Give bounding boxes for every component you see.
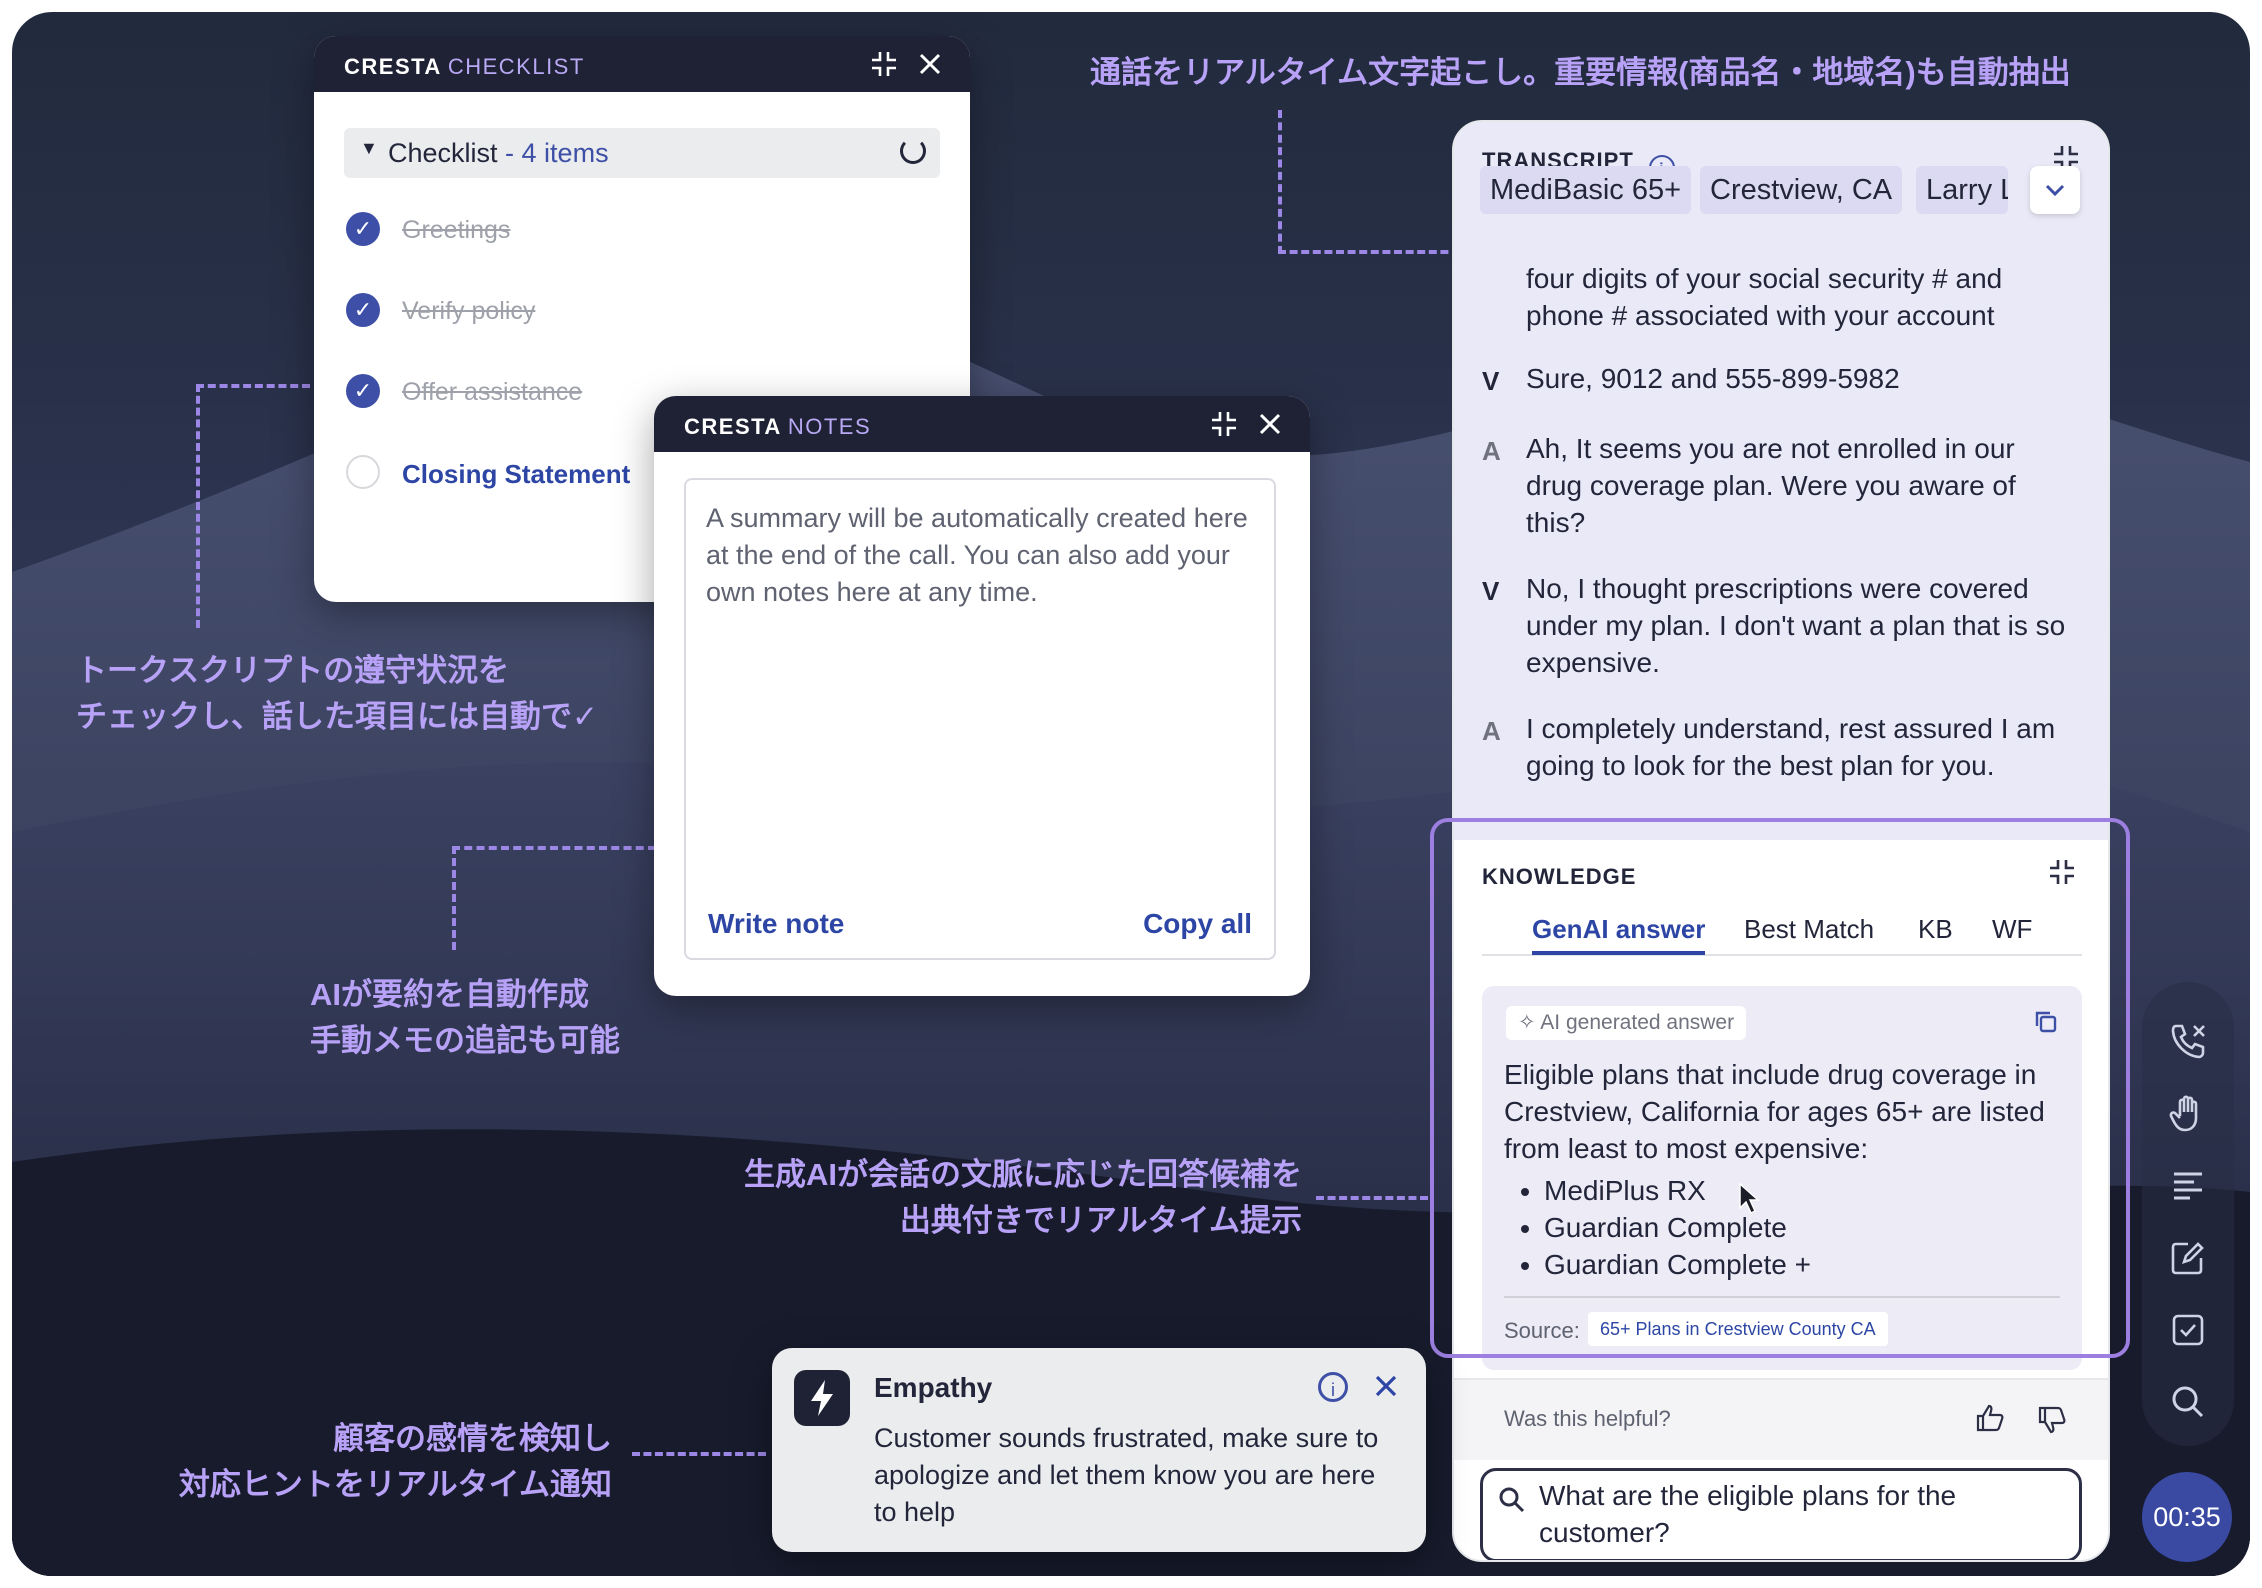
side-toolbar [2142, 982, 2234, 1446]
connector-transcript [1278, 110, 1460, 254]
notes-panel: CRESTA NOTES A summary will be automatica… [654, 396, 1310, 996]
checklist-item[interactable]: ✓ Verify policy [346, 293, 906, 333]
unchecked-circle-icon [346, 455, 380, 489]
thumbs-up-icon[interactable] [1974, 1402, 2006, 1439]
knowledge-search-input[interactable]: What are the eligible plans for the cust… [1480, 1468, 2082, 1560]
caret-down-icon: ▼ [360, 138, 378, 158]
search-icon[interactable] [2164, 1378, 2212, 1426]
helpful-row: Was this helpful? [1454, 1378, 2108, 1460]
empathy-title: Empathy [874, 1372, 993, 1403]
copy-all-button[interactable]: Copy all [1143, 908, 1252, 940]
transcript-text: I completely understand, rest assured I … [1526, 713, 2056, 781]
checklist-header: CRESTA CHECKLIST [314, 36, 970, 92]
notes-placeholder: A summary will be automatically created … [706, 503, 1248, 607]
speaker-label: V [1482, 576, 1500, 606]
hand-icon[interactable] [2164, 1090, 2212, 1138]
checklist-item-label: Closing Statement [402, 459, 631, 489]
collapse-icon[interactable] [1208, 408, 1240, 440]
check-icon: ✓ [346, 374, 380, 408]
notes-header: CRESTA NOTES [654, 396, 1310, 452]
collapse-icon[interactable] [868, 48, 900, 80]
speaker-label: V [1482, 366, 1500, 396]
search-icon [1497, 1485, 1527, 1520]
empathy-notification: Empathy i Customer sounds frustrated, ma… [772, 1348, 1426, 1552]
search-input-text: What are the eligible plans for the cust… [1539, 1480, 1957, 1548]
transcript-section: TRANSCRIPT i MediBasic 65+ Crestview, CA… [1454, 122, 2108, 840]
end-call-icon[interactable] [2164, 1018, 2212, 1066]
annotation-empathy-line1: 顧客の感情を検知し [333, 1421, 612, 1456]
close-icon[interactable] [1370, 1370, 1402, 1407]
connector-checklist [196, 384, 310, 628]
speaker-label: A [1482, 436, 1501, 466]
checklist-summary-label: Checklist - 4 items [388, 138, 609, 168]
annotation-checklist: トークスクリプトの遵守状況を チェックし、話した項目には自動で✓ [76, 648, 598, 740]
edit-note-icon[interactable] [2164, 1234, 2212, 1282]
desktop-background: 通話をリアルタイム文字起こし。重要情報(商品名・地域名)も自動抽出 トークスクリ… [12, 12, 2250, 1576]
call-timer: 00:35 [2142, 1472, 2232, 1562]
empathy-body: Customer sounds frustrated, make sure to… [874, 1423, 1379, 1527]
check-icon: ✓ [346, 293, 380, 327]
connector-empathy [632, 1452, 766, 1456]
checklist-item-label: Verify policy [402, 297, 536, 325]
notes-textarea[interactable]: A summary will be automatically created … [684, 478, 1276, 960]
checklist-item-label: Offer assistance [402, 378, 583, 406]
thumbs-down-icon[interactable] [2036, 1404, 2068, 1441]
checklist-item-label: Greetings [402, 216, 511, 244]
checklist-icon[interactable] [2164, 1306, 2212, 1354]
annotation-checklist-line1: トークスクリプトの遵守状況を [76, 653, 510, 688]
knowledge-highlight-frame [1430, 818, 2130, 1358]
close-icon[interactable] [914, 48, 946, 80]
annotation-notes-line2: 手動メモの追記も可能 [310, 1023, 620, 1058]
connector-notes [452, 846, 656, 950]
helpful-label: Was this helpful? [1504, 1406, 1671, 1431]
transcript-lines: four digits of your social security # an… [1454, 122, 2108, 840]
annotation-empathy: 顧客の感情を検知し 対応ヒントをリアルタイム通知 [152, 1416, 612, 1508]
annotation-knowledge-line2: 出典付きでリアルタイム提示 [899, 1203, 1302, 1238]
progress-ring-icon [900, 138, 926, 164]
annotation-checklist-line2: チェックし、話した項目には自動で✓ [76, 699, 598, 734]
transcript-text: No, I thought prescriptions were covered… [1526, 573, 2066, 678]
annotation-empathy-line2: 対応ヒントをリアルタイム通知 [178, 1467, 612, 1502]
annotation-transcript: 通話をリアルタイム文字起こし。重要情報(商品名・地域名)も自動抽出 [1090, 55, 2071, 90]
close-icon[interactable] [1254, 408, 1286, 440]
checklist-item[interactable]: ✓ Greetings [346, 212, 906, 252]
annotation-notes-line1: AIが要約を自動作成 [310, 977, 589, 1012]
connector-knowledge [1316, 1196, 1428, 1200]
transcript-text: four digits of your social security # an… [1526, 263, 2003, 331]
notes-brand: CRESTA NOTES [684, 414, 872, 439]
checklist-brand: CRESTA CHECKLIST [344, 54, 585, 79]
checklist-summary-bar[interactable]: ▼ Checklist - 4 items [344, 128, 940, 178]
info-icon[interactable]: i [1318, 1372, 1348, 1402]
summary-lines-icon[interactable] [2164, 1162, 2212, 1210]
transcript-text: Sure, 9012 and 555-899-5982 [1526, 363, 1900, 394]
annotation-knowledge: 生成AIが会話の文脈に応じた回答候補を 出典付きでリアルタイム提示 [712, 1152, 1302, 1244]
write-note-button[interactable]: Write note [708, 908, 844, 940]
check-icon: ✓ [346, 212, 380, 246]
annotation-notes: AIが要約を自動作成 手動メモの追記も可能 [310, 972, 620, 1064]
annotation-knowledge-line1: 生成AIが会話の文脈に応じた回答候補を [744, 1157, 1302, 1192]
transcript-text: Ah, It seems you are not enrolled in our… [1526, 433, 2016, 538]
lightning-icon [794, 1370, 850, 1426]
speaker-label: A [1482, 716, 1501, 746]
